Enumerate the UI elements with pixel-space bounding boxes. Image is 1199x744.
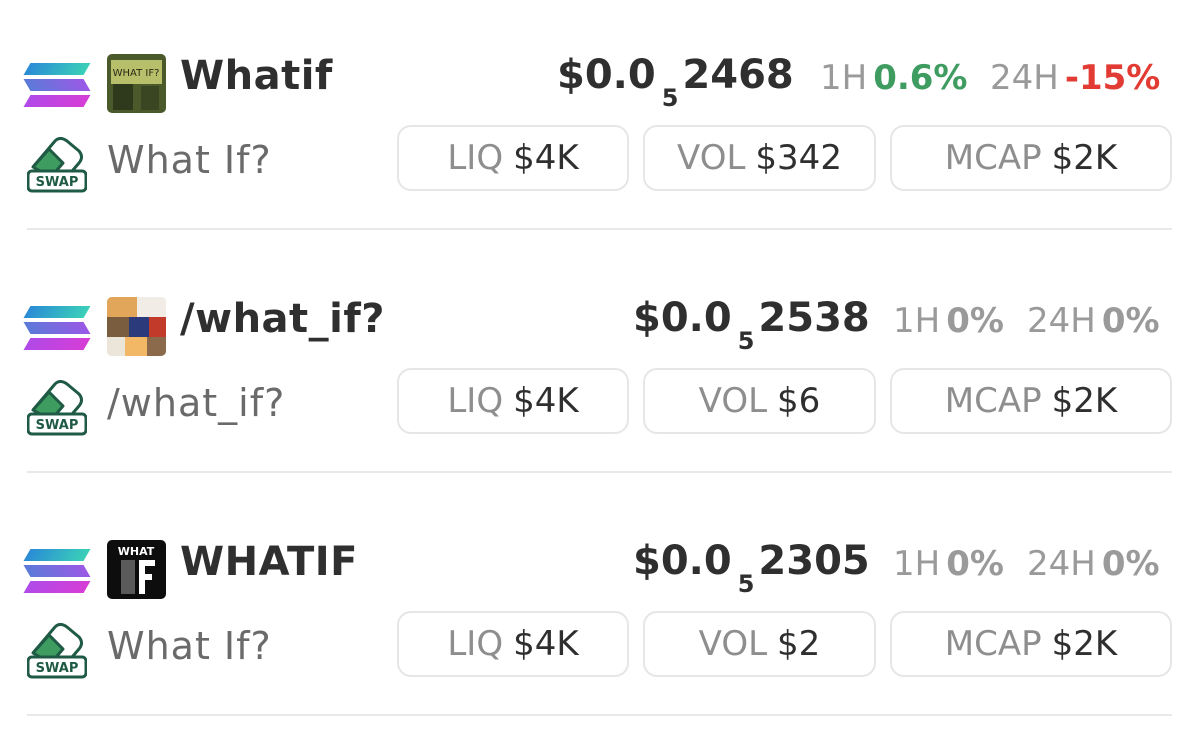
change-1h: 1H 0% [893,544,1004,584]
token-thumbnail [107,297,166,356]
solana-icon [23,545,91,597]
token-thumbnail: WHAT [107,540,166,599]
token-symbol[interactable]: WHATIF [180,539,358,585]
change-1h: 1H 0% [893,301,1004,341]
change-24h-value: -15% [1064,58,1161,98]
change-1h-label: 1H [820,58,868,98]
token-row[interactable]: WHAT IF? Whatif $0.0 5 2468 1H 0.6% 24H -15%… [0,0,1199,243]
liquidity-badge: LIQ $4K [397,125,629,191]
price-prefix: $0.0 [557,52,656,98]
market-cap-badge: MCAP $2K [890,125,1172,191]
price-digits: 2538 [758,295,870,341]
price-prefix: $0.0 [633,538,732,584]
price-zero-count: 5 [737,570,755,598]
change-1h-label: 1H [893,301,941,341]
token-price: $0.0 5 2538 [633,295,870,355]
swap-icon[interactable]: SWAP [26,137,88,193]
price-digits: 2305 [758,538,870,584]
change-24h-label: 24H [1027,301,1096,341]
token-symbol[interactable]: Whatif [180,53,333,99]
row-divider [27,714,1172,716]
change-1h-value: 0% [946,301,1004,341]
token-name: What If? [107,138,272,182]
token-price: $0.0 5 2468 [557,52,794,112]
price-zero-count: 5 [737,327,755,355]
price-zero-count: 5 [661,84,679,112]
swap-icon[interactable]: SWAP [26,380,88,436]
volume-badge: VOL $6 [643,368,876,434]
market-cap-badge: MCAP $2K [890,368,1172,434]
market-cap-badge: MCAP $2K [890,611,1172,677]
token-price: $0.0 5 2305 [633,538,870,598]
change-1h-value: 0% [946,544,1004,584]
token-thumbnail: WHAT IF? [107,54,166,113]
solana-icon [23,302,91,354]
token-symbol[interactable]: /what_if? [180,296,385,342]
liquidity-badge: LIQ $4K [397,368,629,434]
svg-text:WHAT IF?: WHAT IF? [113,68,160,79]
change-24h: 24H -15% [990,58,1160,98]
token-name: What If? [107,624,272,668]
change-24h-value: 0% [1101,301,1160,341]
swap-icon[interactable]: SWAP [26,623,88,679]
row-divider [27,471,1172,473]
change-24h: 24H 0% [1027,544,1160,584]
token-name: /what_if? [107,381,286,425]
change-1h-label: 1H [893,544,941,584]
price-digits: 2468 [682,52,794,98]
volume-badge: VOL $342 [643,125,876,191]
change-1h: 1H 0.6% [820,58,968,98]
svg-text:WHAT: WHAT [118,545,155,558]
change-24h-label: 24H [990,58,1059,98]
volume-badge: VOL $2 [643,611,876,677]
change-1h-value: 0.6% [873,58,968,98]
token-row[interactable]: WHAT WHATIF $0.0 5 2305 1H 0% 24H 0% SWAP Wh… [0,486,1199,729]
liquidity-badge: LIQ $4K [397,611,629,677]
svg-text:SWAP: SWAP [36,418,79,433]
svg-text:SWAP: SWAP [36,661,79,676]
svg-text:SWAP: SWAP [36,175,79,190]
change-24h-label: 24H [1027,544,1096,584]
price-prefix: $0.0 [633,295,732,341]
solana-icon [23,59,91,111]
row-divider [27,228,1172,230]
change-24h-value: 0% [1101,544,1160,584]
change-24h: 24H 0% [1027,301,1160,341]
token-row[interactable]: /what_if? $0.0 5 2538 1H 0% 24H 0% SWAP /wha… [0,243,1199,486]
